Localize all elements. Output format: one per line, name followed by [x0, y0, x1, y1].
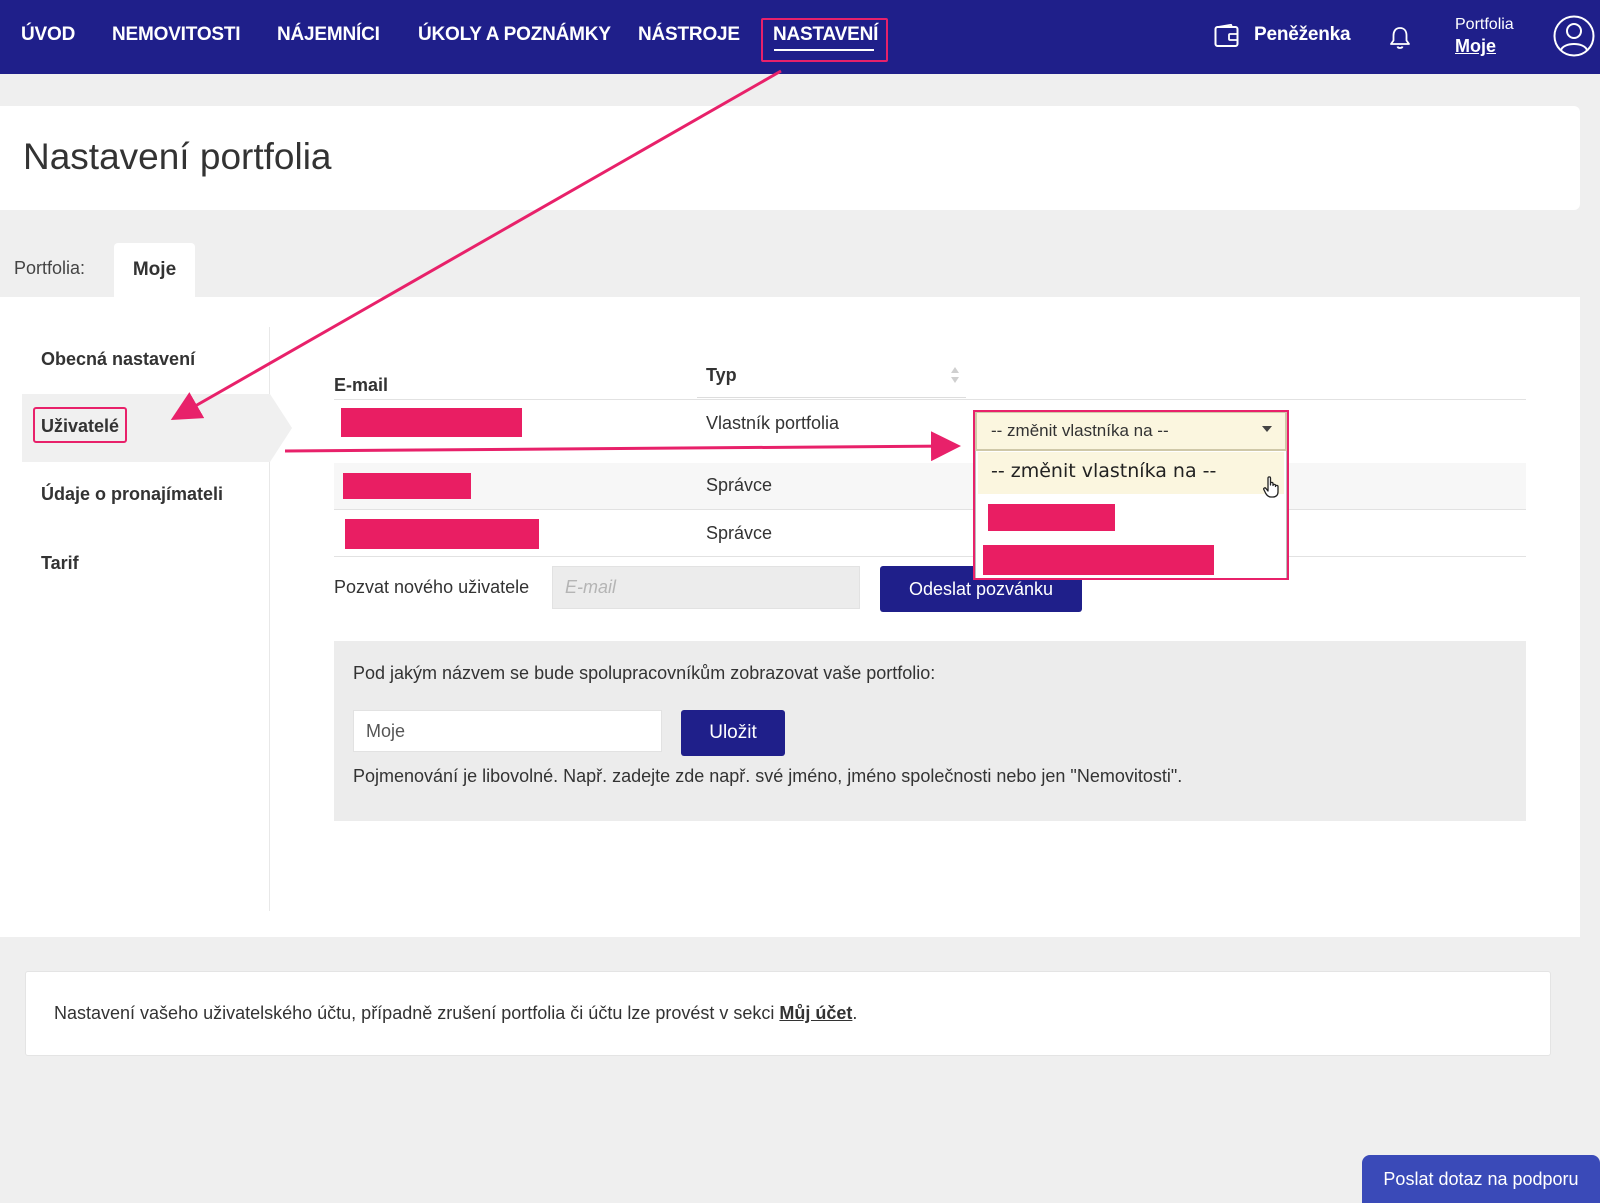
column-header-email: E-mail [334, 375, 389, 395]
settings-card: Obecná nastavení Uživatelé Údaje o prona… [0, 297, 1580, 937]
column-header-type[interactable]: Typ [706, 365, 737, 386]
nav-item-najemnici[interactable]: NÁJEMNÍCI [277, 24, 380, 46]
portfolio-tabs-label: Portfolia: [14, 258, 86, 278]
user-avatar-icon[interactable] [1553, 15, 1595, 62]
sidebar-active-arrow [270, 394, 292, 462]
row-divider [334, 509, 1526, 510]
redacted-email-1 [341, 408, 522, 437]
support-request-button[interactable]: Poslat dotaz na podporu [1362, 1155, 1600, 1203]
nav-item-uvod[interactable]: ÚVOD [21, 24, 75, 46]
table-row-alt [334, 463, 1526, 509]
user-type-3: Správce [706, 523, 773, 543]
nav-item-nemovitosti[interactable]: NEMOVITOSTI [112, 24, 241, 46]
nav-item-nastroje[interactable]: NÁSTROJE [638, 24, 740, 46]
sort-icon[interactable] [950, 365, 960, 390]
portfolio-switch-value[interactable]: Moje [1455, 36, 1496, 57]
sidebar-item-landlord[interactable]: Údaje o pronajímateli [41, 484, 223, 505]
portfolio-name-hint: Pojmenování je libovolné. Např. zadejte … [353, 766, 1183, 786]
account-info-text-after: . [852, 1003, 858, 1023]
portfolio-switch-label: Portfolia [1455, 16, 1514, 33]
account-info-card: Nastavení vašeho uživatelského účtu, pří… [25, 971, 1551, 1056]
annotation-highlight-users [33, 407, 127, 443]
account-info-text: Nastavení vašeho uživatelského účtu, pří… [54, 1003, 857, 1024]
row-divider [334, 556, 1526, 557]
top-nav: ÚVOD NEMOVITOSTI NÁJEMNÍCI ÚKOLY A POZNÁ… [0, 0, 1600, 74]
account-info-text-before: Nastavení vašeho uživatelského účtu, pří… [54, 1003, 780, 1023]
annotation-highlight-nav [761, 18, 888, 62]
bell-icon[interactable] [1389, 26, 1411, 55]
wallet-link[interactable]: Peněženka [1254, 24, 1351, 46]
type-header-underline [697, 397, 966, 398]
save-button[interactable]: Uložit [681, 710, 785, 756]
page-title: Nastavení portfolia [23, 136, 332, 177]
invite-email-input[interactable] [552, 566, 860, 609]
my-account-link[interactable]: Můj účet [779, 1003, 852, 1023]
page-header-card: Nastavení portfolia [0, 106, 1580, 210]
redacted-email-2 [343, 473, 471, 499]
tab-moje[interactable]: Moje [114, 243, 195, 297]
portfolio-name-question: Pod jakým názvem se bude spolupracovníků… [353, 663, 936, 683]
portfolio-name-panel: Pod jakým názvem se bude spolupracovníků… [334, 641, 1526, 821]
sidebar-item-tariff[interactable]: Tarif [41, 553, 79, 574]
hand-cursor-icon [1262, 475, 1282, 504]
nav-item-ukoly[interactable]: ÚKOLY A POZNÁMKY [418, 24, 611, 46]
annotation-highlight-dropdown [973, 410, 1289, 580]
user-type-1: Vlastník portfolia [706, 413, 840, 433]
redacted-email-3 [345, 519, 539, 549]
invite-label: Pozvat nového uživatele [334, 577, 530, 597]
portfolio-name-input[interactable] [353, 710, 662, 752]
wallet-icon[interactable] [1214, 23, 1240, 53]
user-type-2: Správce [706, 475, 773, 495]
header-divider [334, 399, 1526, 400]
sidebar-item-general[interactable]: Obecná nastavení [41, 349, 195, 370]
